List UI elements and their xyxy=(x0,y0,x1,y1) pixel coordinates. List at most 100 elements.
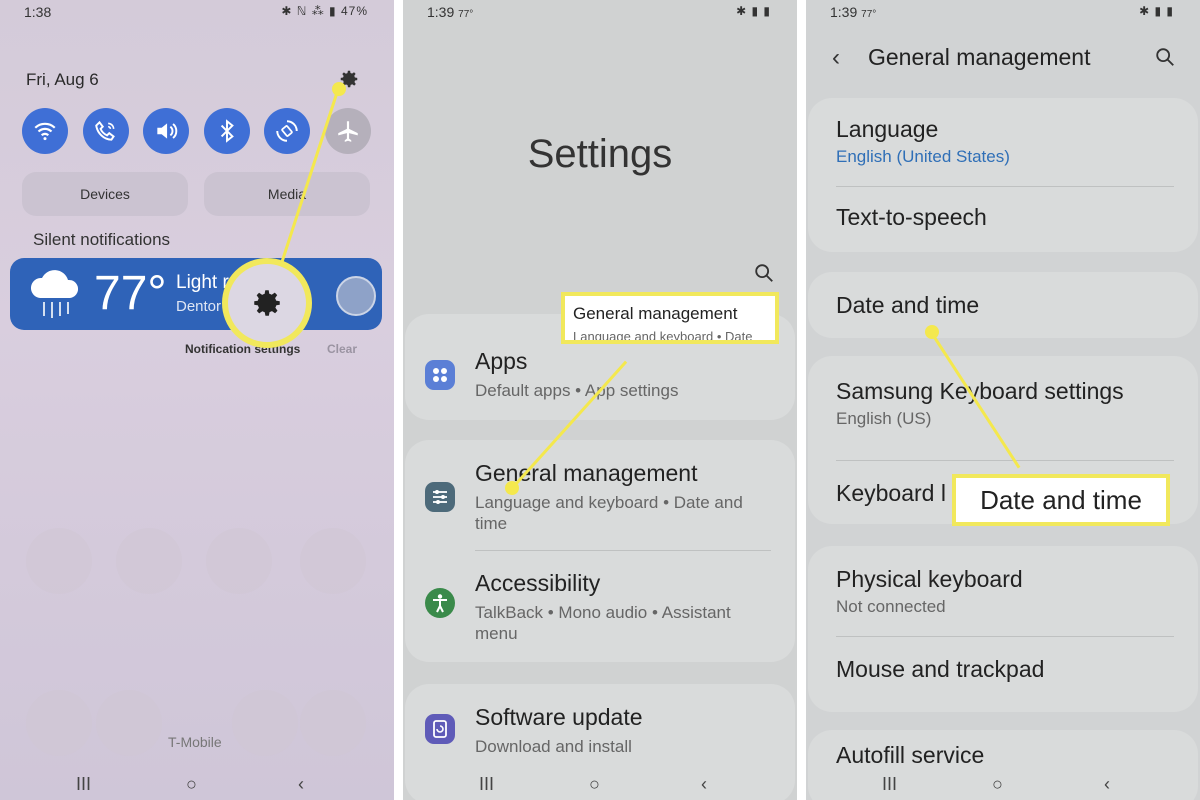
row-title: Language xyxy=(836,116,939,142)
callout-dot xyxy=(332,82,346,96)
row-physical-keyboard[interactable]: Physical keyboard Not connected xyxy=(836,566,1023,617)
sliders-icon xyxy=(425,482,455,512)
carrier-label: T-Mobile xyxy=(168,734,222,750)
accessibility-icon xyxy=(425,588,455,618)
search-icon[interactable] xyxy=(1154,46,1176,68)
devices-button[interactable]: Devices xyxy=(22,172,188,216)
divider xyxy=(836,460,1174,461)
row-title: Physical keyboard xyxy=(836,566,1023,592)
page-title: Settings xyxy=(527,132,673,176)
home-button[interactable]: ○ xyxy=(992,774,1003,795)
row-sub: Not connected xyxy=(836,597,946,616)
airplane-toggle[interactable] xyxy=(325,108,371,154)
status-bar: 1:38 ✱ ℕ ⁂ ▮ 47% xyxy=(0,4,394,26)
bluetooth-icon xyxy=(220,119,234,143)
general-management-panel: 1:39 77° ✱ ▮ ▮ ‹ General management Lang… xyxy=(806,0,1200,800)
back-button[interactable]: ‹ xyxy=(298,774,304,795)
home-button[interactable]: ○ xyxy=(186,774,197,795)
apps-icon xyxy=(425,360,455,390)
weather-condition: Light r xyxy=(176,272,229,293)
settings-item-title: Accessibility xyxy=(475,570,601,596)
recents-button[interactable]: III xyxy=(882,774,897,795)
weather-temp: 77° xyxy=(94,267,167,320)
airplane-icon xyxy=(338,121,358,142)
home-app-shadow xyxy=(300,528,366,594)
weather-app-badge xyxy=(336,276,376,316)
navigation-bar: III ○ ‹ xyxy=(806,770,1200,800)
home-app-shadow xyxy=(26,528,92,594)
status-time: 1:39 77° xyxy=(427,4,474,20)
row-mouse-trackpad[interactable]: Mouse and trackpad xyxy=(836,656,1044,683)
divider xyxy=(836,186,1174,187)
status-icons: ✱ ℕ ⁂ ▮ 47% xyxy=(281,4,368,18)
row-title: Autofill service xyxy=(836,742,985,768)
settings-item-title: Apps xyxy=(475,348,528,374)
navigation-bar: III ○ ‹ xyxy=(403,770,797,800)
back-arrow-icon[interactable]: ‹ xyxy=(832,44,840,72)
search-icon[interactable] xyxy=(753,262,775,284)
recents-button[interactable]: III xyxy=(76,774,91,795)
page-title: General management xyxy=(868,44,1091,70)
wifi-call-icon xyxy=(95,120,115,141)
wifi-icon xyxy=(34,122,56,141)
callout-title: General management xyxy=(573,304,738,323)
row-language[interactable]: Language English (United States) xyxy=(836,116,1010,167)
back-button[interactable]: ‹ xyxy=(1104,774,1110,795)
back-button[interactable]: ‹ xyxy=(701,774,707,795)
date-label: Fri, Aug 6 xyxy=(26,70,99,89)
settings-item-title: Software update xyxy=(475,704,643,730)
callout-dot xyxy=(505,481,519,495)
divider xyxy=(475,550,771,551)
home-app-shadow xyxy=(232,690,298,756)
sound-toggle[interactable] xyxy=(143,108,189,154)
settings-panel: 1:39 77° ✱ ▮ ▮ Settings Apps Default app… xyxy=(403,0,797,800)
row-text-to-speech[interactable]: Text-to-speech xyxy=(836,204,987,231)
silent-notifications-label: Silent notifications xyxy=(33,230,171,249)
row-title: Date and time xyxy=(836,292,980,318)
row-title: Samsung Keyboard settings xyxy=(836,378,1124,404)
callout-dot xyxy=(925,325,939,339)
settings-card: Physical keyboard Not connected Mouse an… xyxy=(808,546,1198,712)
status-time: 1:39 77° xyxy=(830,4,877,20)
recents-button[interactable]: III xyxy=(479,774,494,795)
row-sub: English (United States) xyxy=(836,147,1010,166)
weather-notification[interactable]: 77° Light r Dentor xyxy=(10,258,382,330)
bluetooth-toggle[interactable] xyxy=(204,108,250,154)
navigation-bar: III ○ ‹ xyxy=(0,770,394,800)
wifi-calling-toggle[interactable] xyxy=(83,108,129,154)
divider xyxy=(836,636,1174,637)
weather-location: Dentor xyxy=(176,298,222,315)
callout-sub: Language and keyboard • Date xyxy=(573,329,753,344)
settings-card: Language English (United States) Text-to… xyxy=(808,98,1198,252)
wifi-toggle[interactable] xyxy=(22,108,68,154)
gear-icon xyxy=(254,290,280,316)
settings-card: Date and time xyxy=(808,272,1198,338)
update-icon xyxy=(425,714,455,744)
settings-gear-highlight[interactable] xyxy=(222,258,312,348)
cloud-rain-icon xyxy=(30,270,79,318)
row-title: Mouse and trackpad xyxy=(836,656,1045,682)
rotate-icon xyxy=(276,120,298,142)
home-app-shadow xyxy=(116,528,182,594)
settings-item-sub: Default apps • App settings xyxy=(475,381,679,400)
row-date-and-time[interactable]: Date and time xyxy=(836,292,979,319)
auto-rotate-toggle[interactable] xyxy=(264,108,310,154)
row-autofill-service[interactable]: Autofill service xyxy=(836,742,984,769)
settings-item-sub: TalkBack • Mono audio • Assistant menu xyxy=(475,603,731,643)
status-time: 1:38 xyxy=(24,4,52,20)
app-bar: ‹ General management xyxy=(806,40,1200,80)
home-button[interactable]: ○ xyxy=(589,774,600,795)
status-bar: 1:39 77° ✱ ▮ ▮ xyxy=(403,4,797,26)
media-button[interactable]: Media xyxy=(204,172,370,216)
home-app-shadow xyxy=(300,690,366,756)
row-sub: English (US) xyxy=(836,409,932,428)
status-icons: ✱ ▮ ▮ xyxy=(1139,4,1174,18)
clear-button[interactable]: Clear xyxy=(327,342,357,356)
home-app-shadow xyxy=(206,528,272,594)
status-icons: ✱ ▮ ▮ xyxy=(736,4,771,18)
home-app-shadow xyxy=(96,690,162,756)
row-title: Text-to-speech xyxy=(836,204,987,230)
quick-settings-panel: 1:38 ✱ ℕ ⁂ ▮ 47% Fri, Aug 6 Devices Medi… xyxy=(0,0,394,800)
volume-icon xyxy=(157,123,178,139)
row-keyboard-list[interactable]: Keyboard l xyxy=(836,480,946,507)
